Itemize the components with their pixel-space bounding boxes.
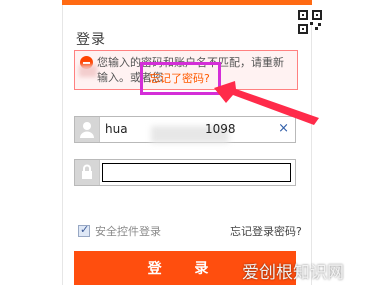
username-prefix: hua (105, 122, 128, 136)
blurred-region (79, 65, 97, 77)
password-input[interactable] (102, 163, 291, 182)
watermark-text: 爱创根知识网 (242, 263, 344, 283)
username-suffix: 1098 (205, 122, 236, 136)
username-value[interactable]: hua 1098 (105, 122, 236, 143)
secure-control-checkbox[interactable] (78, 223, 90, 237)
user-icon (75, 117, 100, 142)
clear-username-button[interactable]: × (278, 121, 289, 136)
highlight-box (140, 62, 221, 95)
forgot-login-password-link[interactable]: 忘记登录密码? (230, 223, 302, 239)
password-field[interactable] (74, 159, 296, 186)
secure-control-label[interactable]: 安全控件登录 (95, 223, 161, 239)
login-title: 登录 (76, 32, 106, 48)
username-field[interactable]: hua 1098 × (74, 116, 296, 143)
top-accent-bar (62, 0, 312, 5)
qr-code-icon[interactable] (298, 10, 322, 34)
lock-icon (75, 160, 100, 185)
